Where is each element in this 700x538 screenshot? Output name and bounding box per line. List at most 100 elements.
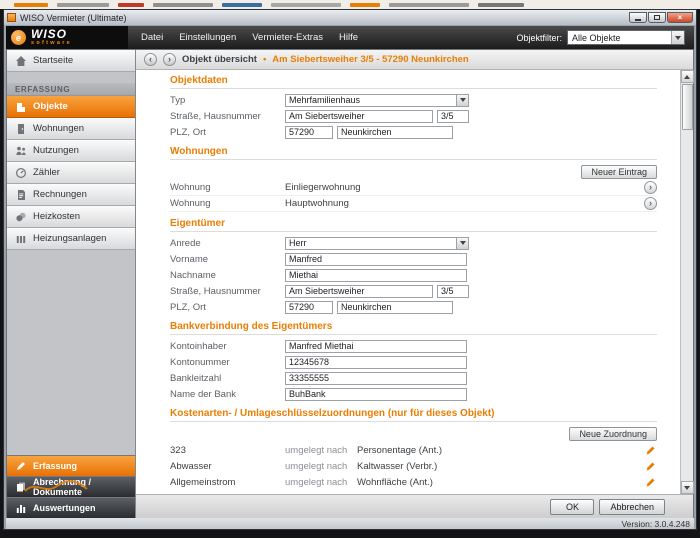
wiso-logo: e WISO software xyxy=(6,26,128,49)
edit-pencil-icon[interactable] xyxy=(644,476,657,489)
ort-input[interactable]: Neunkirchen xyxy=(337,301,453,314)
nachname-input[interactable]: Miethai xyxy=(285,269,467,282)
nachname-value: Miethai xyxy=(289,270,318,280)
nav-group-auswertungen[interactable]: Auswertungen xyxy=(7,497,135,518)
screen: WISO Vermieter (Ultimate) × e WISO softw… xyxy=(0,0,700,538)
scroll-up-button[interactable] xyxy=(681,70,694,83)
nav-group-erfassung[interactable]: Erfassung xyxy=(7,455,135,476)
field-label: Straße, Hausnummer xyxy=(170,286,285,297)
back-button[interactable]: ‹ xyxy=(144,53,157,66)
scrollbar-thumb[interactable] xyxy=(682,84,693,130)
form-row-kontoinhaber: Kontoinhaber Manfred Miethai xyxy=(170,338,657,354)
sidebar-item-wohnungen[interactable]: Wohnungen xyxy=(7,118,135,140)
menu-hilfe[interactable]: Hilfe xyxy=(339,32,358,43)
neue-zuordnung-button[interactable]: Neue Zuordnung xyxy=(569,427,657,441)
chevron-down-icon[interactable] xyxy=(671,31,684,44)
divider xyxy=(170,334,657,335)
background-text-fragment xyxy=(14,3,48,7)
sidebar-spacer xyxy=(7,72,135,83)
sidebar-item-startseite[interactable]: Startseite xyxy=(7,50,135,72)
background-text-fragment xyxy=(389,3,469,7)
anrede-select[interactable]: Herr xyxy=(285,237,469,250)
chevron-down-icon[interactable] xyxy=(456,95,468,106)
kontoinhaber-value: Manfred Miethai xyxy=(289,341,354,351)
sidebar-item-heizungsanlagen[interactable]: Heizungsanlagen xyxy=(7,228,135,250)
cancel-button[interactable]: Abbrechen xyxy=(599,499,665,515)
objektfilter-select[interactable]: Alle Objekte xyxy=(567,30,685,45)
window-controls: × xyxy=(629,12,693,23)
menu-einstellungen[interactable]: Einstellungen xyxy=(179,32,236,43)
wohnung-row[interactable]: Wohnung Einliegerwohnung › xyxy=(170,180,657,196)
typ-value: Mehrfamilienhaus xyxy=(289,95,360,105)
hausnummer-input[interactable]: 3/5 xyxy=(437,110,469,123)
row-label: Wohnung xyxy=(170,198,285,209)
sidebar-item-objekte[interactable]: Objekte xyxy=(7,96,135,118)
kontoinhaber-input[interactable]: Manfred Miethai xyxy=(285,340,467,353)
forward-button[interactable]: › xyxy=(163,53,176,66)
bankleitzahl-value: 33355555 xyxy=(289,373,329,383)
minimize-icon xyxy=(635,19,641,21)
open-row-button[interactable]: › xyxy=(644,197,657,210)
invoice-icon xyxy=(14,188,27,201)
nav-group-abrechnung-dokumente[interactable]: Abrechnung / Dokumente xyxy=(7,476,135,497)
kostenart-key: Wohnfläche (Ant.) xyxy=(357,477,433,488)
sidebar-item-label: Zähler xyxy=(33,167,60,178)
field-label: Kontoinhaber xyxy=(170,341,285,352)
plz-input[interactable]: 57290 xyxy=(285,126,333,139)
ort-input[interactable]: Neunkirchen xyxy=(337,126,453,139)
field-label: Nachname xyxy=(170,270,285,281)
kostenart-name: Abwasser xyxy=(170,461,285,472)
bankname-value: BuhBank xyxy=(289,389,326,399)
background-text-fragment xyxy=(271,3,341,7)
vertical-scrollbar[interactable] xyxy=(680,70,693,494)
open-row-button[interactable]: › xyxy=(644,181,657,194)
kostenarten-toolbar: Neue Zuordnung xyxy=(170,425,657,442)
sidebar-item-heizkosten[interactable]: Heizkosten xyxy=(7,206,135,228)
sidebar-item-rechnungen[interactable]: Rechnungen xyxy=(7,184,135,206)
bankleitzahl-input[interactable]: 33355555 xyxy=(285,372,467,385)
kontonummer-input[interactable]: 12345678 xyxy=(285,356,467,369)
divider xyxy=(170,159,657,160)
maximize-button[interactable] xyxy=(648,12,666,23)
bankname-input[interactable]: BuhBank xyxy=(285,388,467,401)
edit-pencil-icon[interactable] xyxy=(644,460,657,473)
sidebar-item-nutzungen[interactable]: Nutzungen xyxy=(7,140,135,162)
home-icon xyxy=(14,54,27,67)
sidebar-item-label: Rechnungen xyxy=(33,189,87,200)
chevron-down-icon[interactable] xyxy=(456,238,468,249)
minimize-button[interactable] xyxy=(629,12,647,23)
kostenart-relation: umgelegt nach xyxy=(285,477,357,488)
typ-select[interactable]: Mehrfamilienhaus xyxy=(285,94,469,107)
menu-bar: e WISO software Datei Einstellungen Verm… xyxy=(6,26,694,49)
window-titlebar: WISO Vermieter (Ultimate) × xyxy=(4,10,696,25)
wohnung-row[interactable]: Wohnung Hauptwohnung › xyxy=(170,196,657,212)
brand-icon: e xyxy=(11,30,26,45)
vorname-input[interactable]: Manfred xyxy=(285,253,467,266)
strasse-value: Am Siebertsweiher xyxy=(289,111,365,121)
page-title: Objekt übersicht xyxy=(182,54,257,65)
neuer-eintrag-button[interactable]: Neuer Eintrag xyxy=(581,165,657,179)
divider xyxy=(170,88,657,89)
scroll-down-button[interactable] xyxy=(681,481,694,494)
close-button[interactable]: × xyxy=(667,12,693,23)
strasse-input[interactable]: Am Siebertsweiher xyxy=(285,285,433,298)
form-row-vorname: Vorname Manfred xyxy=(170,251,657,267)
sidebar-item-zaehler[interactable]: Zähler xyxy=(7,162,135,184)
form-row-plz-ort: PLZ, Ort 57290 Neunkirchen xyxy=(170,299,657,315)
sidebar-item-label: Nutzungen xyxy=(33,145,79,156)
hausnummer-input[interactable]: 3/5 xyxy=(437,285,469,298)
menu-datei[interactable]: Datei xyxy=(141,32,163,43)
form-row-nachname: Nachname Miethai xyxy=(170,267,657,283)
ok-button[interactable]: OK xyxy=(550,499,594,515)
field-label: Bankleitzahl xyxy=(170,373,285,384)
row-value: Hauptwohnung xyxy=(285,198,349,209)
menu-vermieter-extras[interactable]: Vermieter-Extras xyxy=(252,32,323,43)
strasse-value: Am Siebertsweiher xyxy=(289,286,365,296)
strasse-input[interactable]: Am Siebertsweiher xyxy=(285,110,433,123)
plz-input[interactable]: 57290 xyxy=(285,301,333,314)
sidebar-item-label: Objekte xyxy=(33,101,68,112)
edit-pencil-icon[interactable] xyxy=(644,444,657,457)
section-bankverbindung: Bankverbindung des Eigentümers Kontoinha… xyxy=(170,321,657,402)
field-label: Anrede xyxy=(170,238,285,249)
row-value: Einliegerwohnung xyxy=(285,182,361,193)
